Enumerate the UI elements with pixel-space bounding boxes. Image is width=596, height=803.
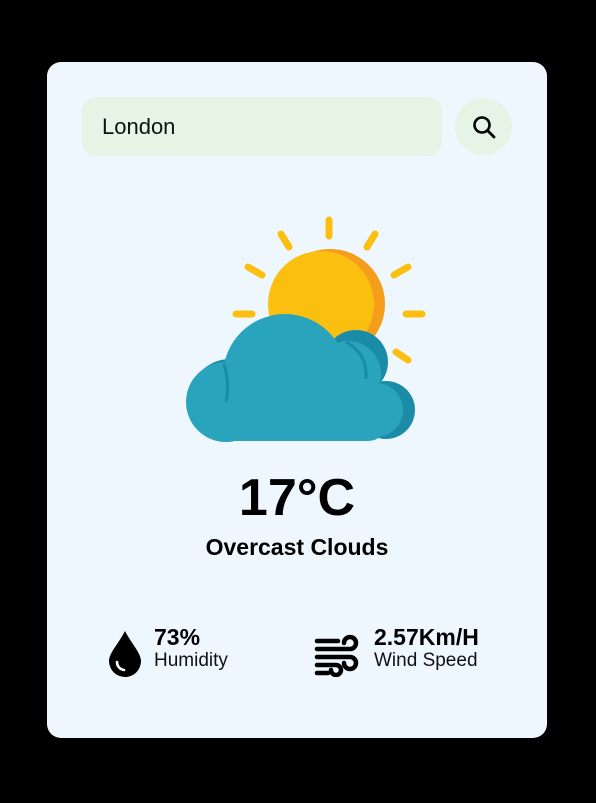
wind-icon xyxy=(314,634,359,677)
city-search-input[interactable] xyxy=(82,97,442,156)
weather-card: 17°C Overcast Clouds 73% Humidity 2.57Km… xyxy=(47,62,547,738)
water-drop-icon xyxy=(109,631,141,677)
humidity-label: Humidity xyxy=(154,650,228,672)
search-button[interactable] xyxy=(455,98,512,155)
wind-speed-label: Wind Speed xyxy=(374,650,478,672)
search-icon xyxy=(472,115,495,138)
temperature-value: 17°C xyxy=(238,469,356,527)
humidity-value: 73% xyxy=(154,624,201,650)
wind-speed-value: 2.57Km/H xyxy=(374,624,479,650)
weather-condition: Overcast Clouds xyxy=(205,534,389,560)
search-bar xyxy=(82,97,512,157)
sun-behind-cloud-icon xyxy=(186,216,426,442)
